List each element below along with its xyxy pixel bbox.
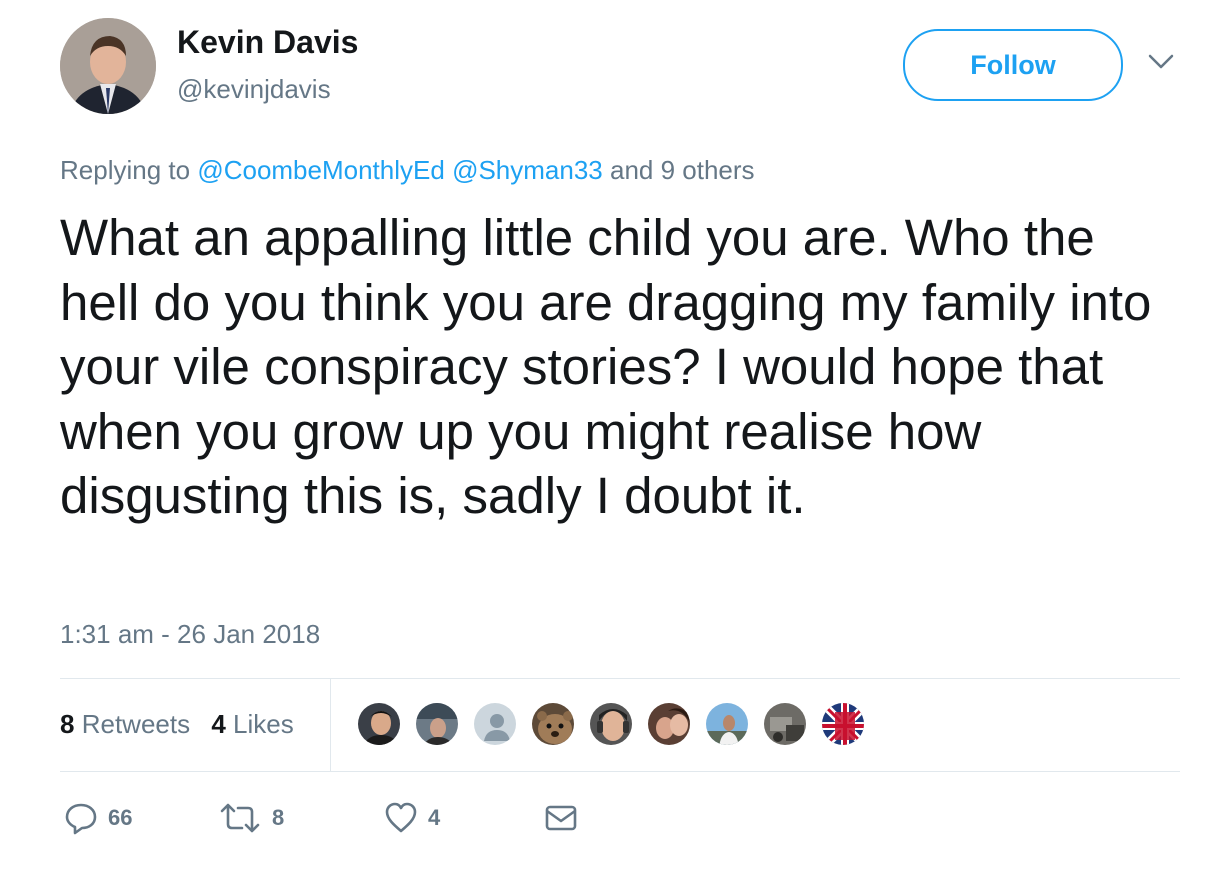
retweet-button[interactable]: 8 (218, 798, 284, 838)
user-handle[interactable]: @kevinjdavis (177, 74, 331, 105)
liker-avatar[interactable] (414, 701, 460, 747)
user-name[interactable]: Kevin Davis (177, 24, 358, 61)
mention-link[interactable]: @CoombeMonthlyEd (197, 155, 445, 185)
retweets-stat[interactable]: 8 Retweets (60, 709, 190, 739)
retweets-label: Retweets (81, 709, 191, 739)
liker-avatar[interactable] (588, 701, 634, 747)
replying-prefix: Replying to (60, 155, 191, 185)
divider (330, 678, 331, 771)
liker-avatars (356, 701, 878, 747)
retweet-count: 8 (272, 805, 285, 830)
timestamp[interactable]: 1:31 am - 26 Jan 2018 (60, 619, 320, 650)
liker-avatar[interactable] (472, 701, 518, 747)
liker-avatar[interactable] (820, 701, 866, 747)
tweet-stats: 8 Retweets 4 Likes (60, 709, 308, 740)
divider (60, 678, 1180, 679)
reply-count: 66 (108, 805, 133, 830)
tweet-text: What an appalling little child you are. … (60, 209, 1152, 524)
follow-button[interactable]: Follow (903, 29, 1123, 101)
retweets-count: 8 (60, 709, 75, 739)
like-button[interactable]: 4 (384, 798, 440, 838)
liker-avatar[interactable] (646, 701, 692, 747)
replying-to: Replying to @CoombeMonthlyEd @Shyman33 a… (60, 155, 755, 186)
speech-bubble-icon (65, 803, 97, 835)
divider (60, 771, 1180, 772)
likes-label: Likes (233, 709, 294, 739)
likes-count: 4 (211, 709, 226, 739)
heart-icon (385, 802, 417, 833)
mention-link[interactable]: @Shyman33 (452, 155, 603, 185)
direct-message-button[interactable] (544, 798, 578, 838)
avatar[interactable] (60, 18, 156, 114)
reply-button[interactable]: 66 (64, 798, 132, 838)
liker-avatar[interactable] (704, 701, 750, 747)
profile-photo (60, 18, 156, 114)
retweet-arrows-icon (220, 803, 260, 833)
chevron-down-icon[interactable] (1145, 50, 1177, 74)
liker-avatar[interactable] (356, 701, 402, 747)
likes-stat[interactable]: 4 Likes (211, 709, 293, 739)
liker-avatar[interactable] (762, 701, 808, 747)
liker-avatar[interactable] (530, 701, 576, 747)
envelope-icon (545, 805, 577, 831)
others-link[interactable]: and 9 others (610, 155, 755, 185)
like-count: 4 (428, 805, 441, 830)
